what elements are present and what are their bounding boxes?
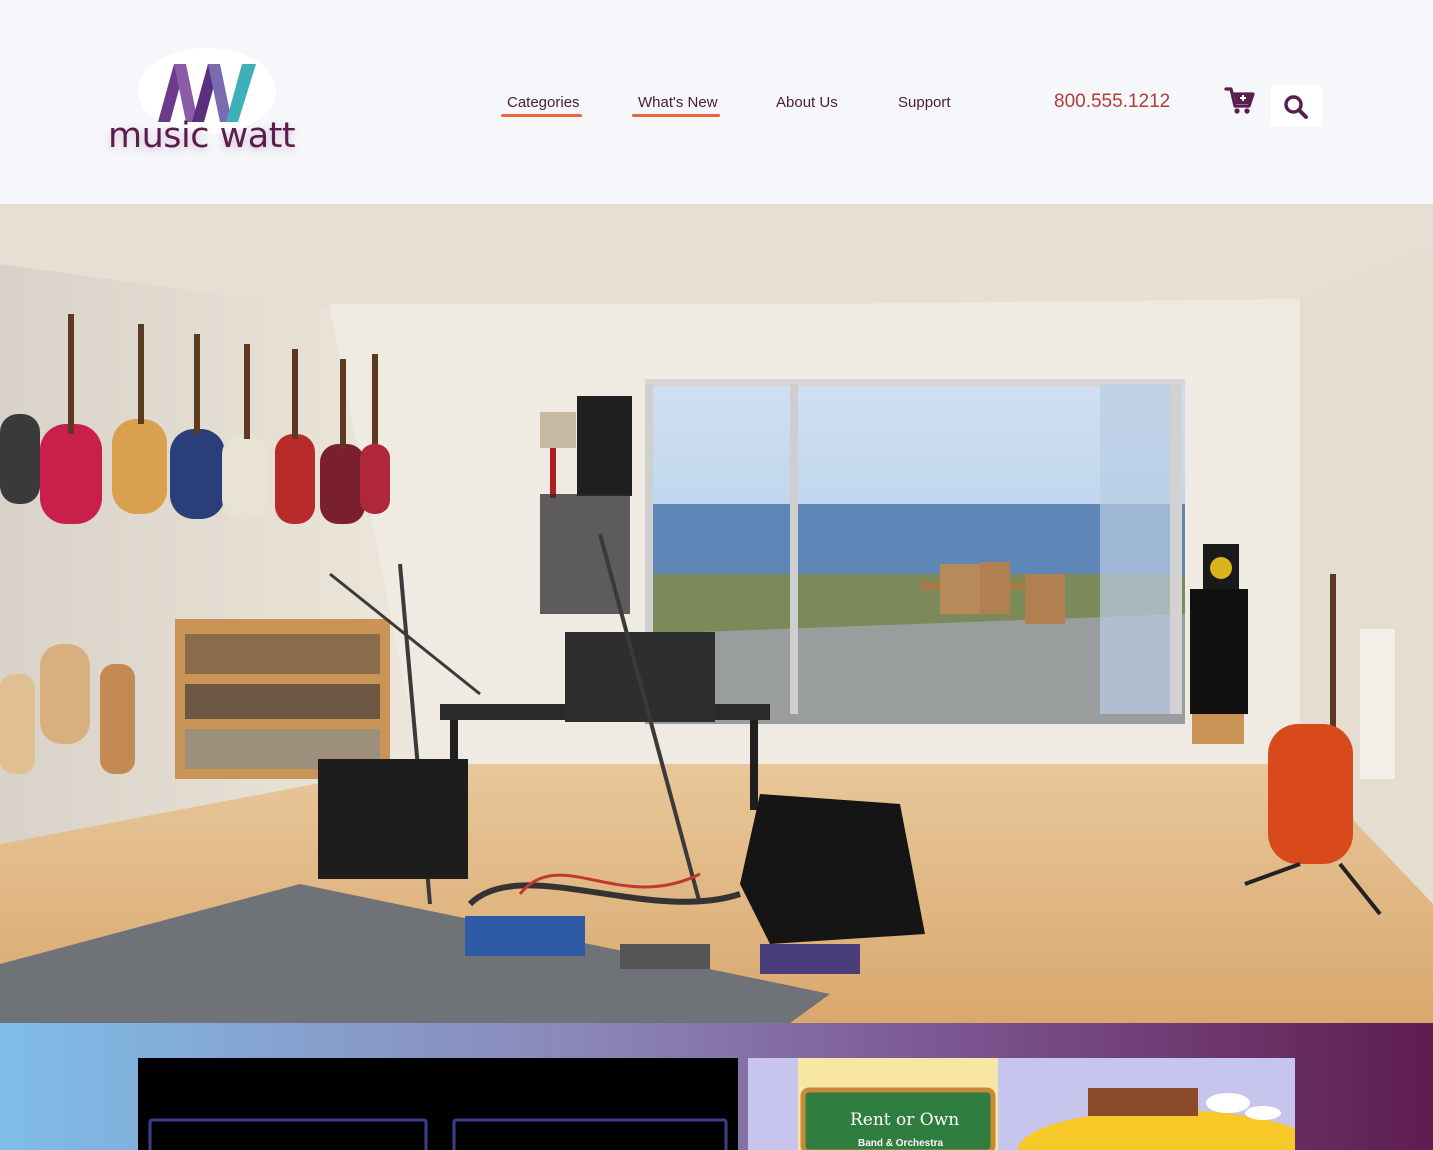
nav-item-whats-new[interactable]: What's New — [632, 94, 720, 117]
promo-sign-title: Rent or Own — [850, 1110, 960, 1130]
nav-item-about-us[interactable]: About Us — [776, 94, 838, 111]
nav-item-label: Categories — [507, 94, 580, 111]
nav-item-categories[interactable]: Categories — [501, 94, 582, 117]
promo-sign-subtitle: Band & Orchestra — [858, 1138, 944, 1149]
promo-left-graphic — [148, 1118, 728, 1150]
promo-banner-left[interactable] — [138, 1058, 738, 1150]
active-underline — [501, 114, 582, 117]
promo-right-graphic — [748, 1058, 1295, 1150]
search-button[interactable] — [1271, 85, 1322, 127]
nav-item-label: What's New — [638, 94, 718, 111]
promo-band: Rent or Own Band & Orchestra — [0, 1023, 1433, 1150]
active-underline — [632, 114, 720, 117]
nav-item-label: Support — [898, 94, 951, 111]
nav-item-label: About Us — [776, 94, 838, 111]
brand-name: music watt — [108, 116, 296, 156]
site-header: music watt Categories What's New About U… — [0, 0, 1433, 204]
nav-item-support[interactable]: Support — [898, 94, 951, 111]
promo-banner-right[interactable]: Rent or Own Band & Orchestra — [748, 1058, 1295, 1150]
phone-number-link[interactable]: 800.555.1212 — [1054, 91, 1170, 113]
hero-studio-illustration — [0, 204, 1433, 1023]
cart-button[interactable] — [1224, 86, 1256, 116]
search-icon — [1284, 95, 1308, 119]
brand-logo[interactable]: music watt — [108, 46, 308, 166]
shopping-cart-icon — [1224, 87, 1255, 114]
hero-image — [0, 204, 1433, 1023]
